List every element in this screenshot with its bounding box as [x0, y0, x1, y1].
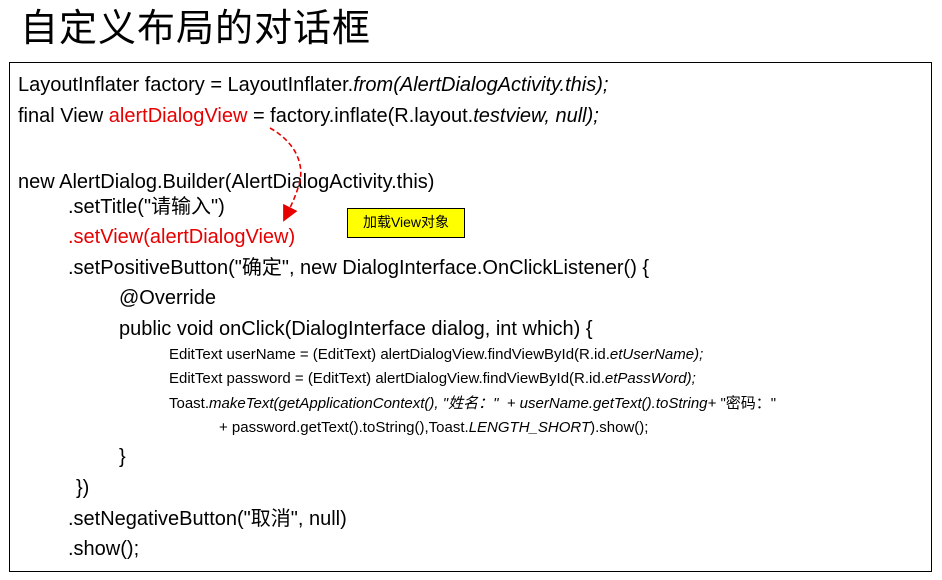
code-line-9: EditText userName = (EditText) alertDial… — [169, 345, 703, 365]
code-text: "密码：" — [720, 395, 777, 412]
code-line-4: .setTitle("请输入") — [68, 196, 225, 218]
code-line-5-setview: .setView(alertDialogView) — [68, 226, 296, 248]
code-line-3: new AlertDialog.Builder(AlertDialogActiv… — [18, 171, 435, 193]
code-line-1: LayoutInflater factory = LayoutInflater.… — [18, 73, 608, 97]
code-text: ).show(); — [590, 419, 649, 436]
code-line-14: }) — [76, 477, 90, 499]
code-text: EditText userName = (EditText) alertDial… — [169, 346, 610, 363]
code-text-italic: etUserName); — [609, 346, 704, 363]
page-title: 自定义布局的对话框 — [20, 6, 372, 50]
code-text: + password.getText().toString(),Toast. — [219, 419, 469, 436]
code-text-italic: makeText(getApplicationContext(), "姓名：" … — [209, 395, 721, 412]
code-line-6: .setPositiveButton("确定", new DialogInter… — [68, 257, 650, 279]
annotation-callout: 加载View对象 — [347, 208, 465, 238]
code-text-italic: testview, null); — [473, 105, 599, 127]
code-line-2: final View alertDialogView = factory.inf… — [18, 104, 599, 128]
code-line-13: } — [119, 446, 126, 468]
code-text: LayoutInflater factory = LayoutInflater. — [18, 74, 354, 96]
code-line-10: EditText password = (EditText) alertDial… — [169, 369, 696, 389]
code-line-8: public void onClick(DialogInterface dial… — [119, 318, 593, 340]
code-text: EditText password = (EditText) alertDial… — [169, 370, 605, 387]
code-text: Toast. — [169, 395, 210, 412]
code-text-italic: etPassWord); — [604, 370, 696, 387]
code-text-italic: LENGTH_SHORT — [468, 419, 591, 436]
code-line-11: Toast.makeText(getApplicationContext(), … — [169, 394, 776, 414]
code-text-italic: from(AlertDialogActivity.this); — [353, 74, 609, 96]
highlighted-variable: alertDialogView — [108, 105, 248, 127]
code-line-7: @Override — [119, 287, 216, 309]
code-text: final View — [18, 105, 109, 127]
code-line-15: .setNegativeButton("取消", null) — [68, 508, 347, 530]
code-line-12: + password.getText().toString(),Toast.LE… — [219, 418, 648, 438]
code-text: = factory.inflate(R.layout. — [247, 105, 474, 127]
code-line-16: .show(); — [68, 538, 140, 560]
